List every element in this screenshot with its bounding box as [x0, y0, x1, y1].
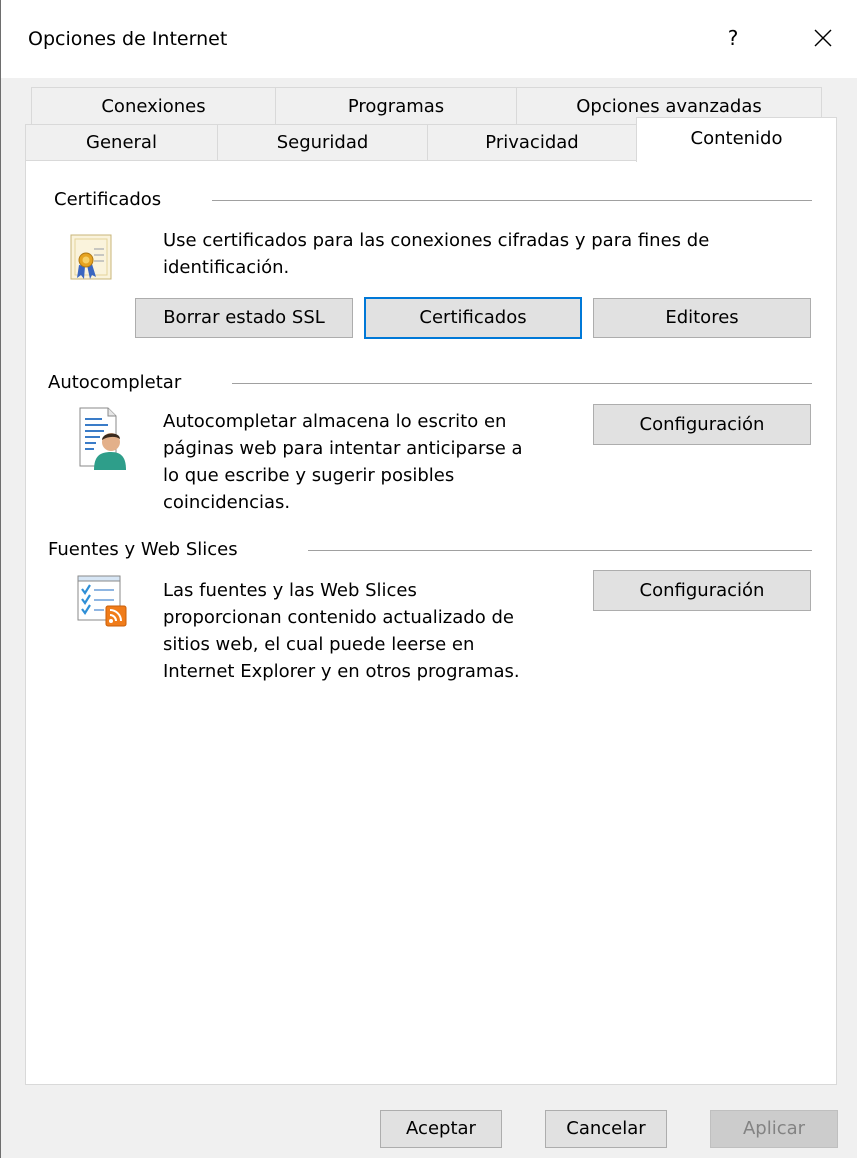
- autocomplete-group-title: Autocompletar: [48, 372, 182, 393]
- certificates-group-divider: [212, 200, 812, 201]
- certificates-description: Use certificados para las conexiones cif…: [163, 227, 803, 281]
- feeds-rss-icon: [76, 574, 128, 634]
- tab-seguridad[interactable]: Seguridad: [217, 124, 428, 161]
- clear-ssl-state-button[interactable]: Borrar estado SSL: [135, 298, 353, 338]
- certificate-icon: [70, 231, 112, 289]
- title-bar: Opciones de Internet ?: [1, 0, 857, 78]
- certificates-description-line: Use certificados para las conexiones cif…: [163, 230, 710, 251]
- autocomplete-description-line: coincidencias.: [163, 492, 291, 513]
- autocomplete-description-line: páginas web para intentar anticiparse a: [163, 438, 523, 459]
- tab-contenido[interactable]: Contenido: [636, 117, 837, 162]
- feeds-group-title: Fuentes y Web Slices: [48, 539, 238, 560]
- feeds-settings-button[interactable]: Configuración: [593, 570, 811, 611]
- help-button[interactable]: ?: [713, 20, 753, 56]
- feeds-group-divider: [308, 550, 812, 551]
- autocomplete-description-line: Autocompletar almacena lo escrito en: [163, 411, 507, 432]
- certificates-button[interactable]: Certificados: [364, 297, 582, 339]
- close-icon: [814, 29, 832, 47]
- content-panel: Certificados Use certificados para las c…: [25, 160, 837, 1085]
- autocomplete-settings-button[interactable]: Configuración: [593, 404, 811, 445]
- autocomplete-description: Autocompletar almacena lo escrito en pág…: [163, 408, 583, 516]
- window-title: Opciones de Internet: [28, 28, 228, 50]
- tab-conexiones[interactable]: Conexiones: [31, 87, 276, 125]
- tab-general[interactable]: General: [25, 124, 218, 161]
- certificates-description-line: identificación.: [163, 257, 290, 278]
- feeds-description-line: proporcionan contenido actualizado de: [163, 607, 514, 628]
- autocomplete-user-icon: [78, 406, 126, 476]
- tab-privacidad[interactable]: Privacidad: [427, 124, 637, 161]
- feeds-description: Las fuentes y las Web Slices proporciona…: [163, 577, 583, 685]
- feeds-description-line: sitios web, el cual puede leerse en: [163, 634, 475, 655]
- ok-button[interactable]: Aceptar: [380, 1110, 502, 1148]
- publishers-button[interactable]: Editores: [593, 298, 811, 338]
- internet-options-dialog: Opciones de Internet ? Conexiones Progra…: [0, 0, 857, 1158]
- apply-button[interactable]: Aplicar: [710, 1110, 838, 1148]
- feeds-description-line: Internet Explorer y en otros programas.: [163, 661, 520, 682]
- cancel-button[interactable]: Cancelar: [545, 1110, 667, 1148]
- close-button[interactable]: [801, 20, 845, 56]
- certificates-group-title: Certificados: [54, 189, 162, 210]
- autocomplete-description-line: lo que escribe y sugerir posibles: [163, 465, 455, 486]
- tab-programas[interactable]: Programas: [275, 87, 517, 125]
- autocomplete-group-divider: [232, 383, 812, 384]
- feeds-description-line: Las fuentes y las Web Slices: [163, 580, 417, 601]
